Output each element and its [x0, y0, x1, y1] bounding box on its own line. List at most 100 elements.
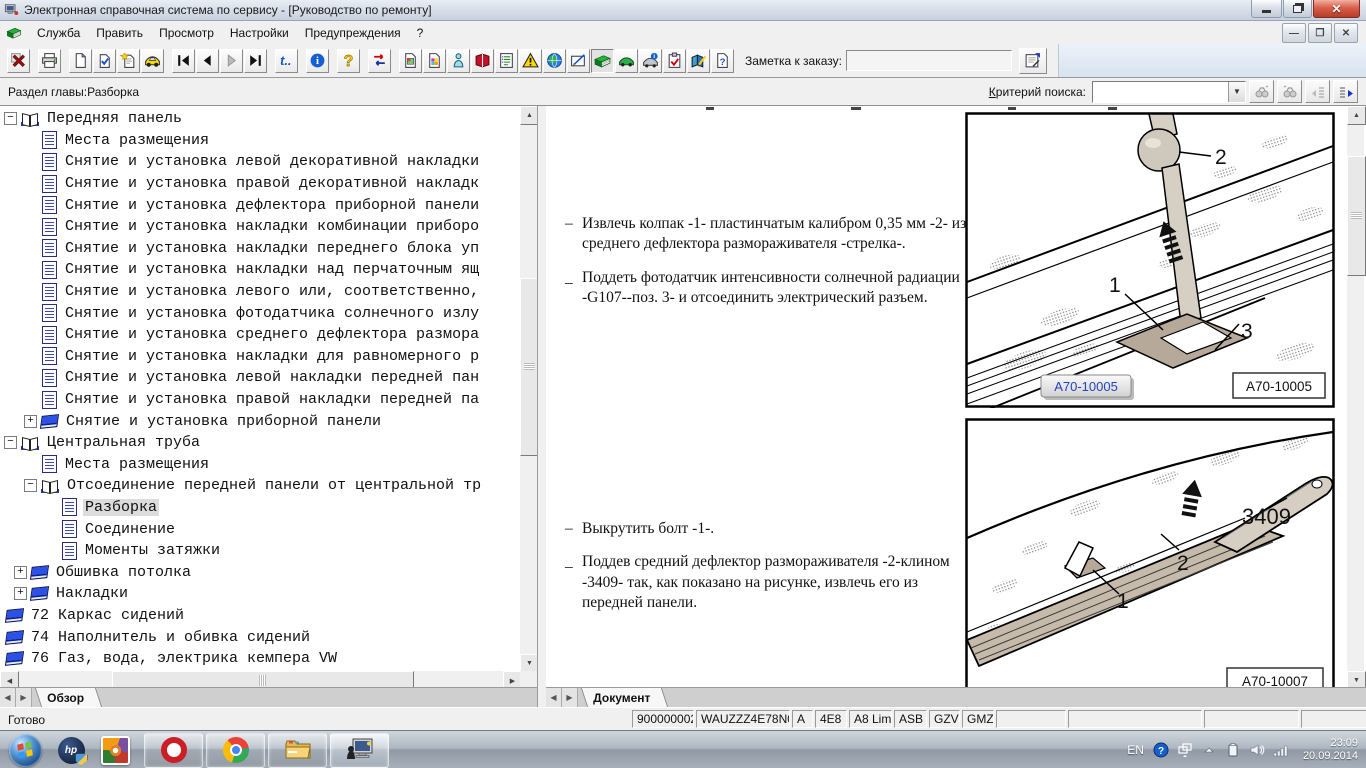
help-tray-icon[interactable]: ?	[1153, 742, 1169, 758]
tab-scroll-right-icon[interactable]: ▶	[16, 688, 32, 707]
scroll-up-button[interactable]: ▲	[1347, 106, 1366, 125]
tree-item[interactable]: Снятие и установка левой накладки передн…	[0, 367, 520, 389]
document-scroll-thumb[interactable]	[1347, 156, 1366, 276]
tree-item[interactable]: Места размещения	[0, 454, 520, 476]
tree-expander-icon[interactable]	[24, 415, 37, 428]
restore-button[interactable]	[1283, 0, 1312, 18]
tree-horizontal-scrollbar[interactable]: ◀ ▶	[0, 671, 520, 688]
exit-button[interactable]	[7, 49, 30, 73]
opera-taskbar-button[interactable]	[144, 733, 203, 768]
tree-item[interactable]: Снятие и установка дефлектора приборной …	[0, 194, 520, 216]
battery-icon[interactable]	[1225, 742, 1241, 758]
list-document-button[interactable]	[495, 49, 518, 73]
green-car-button[interactable]	[615, 49, 638, 73]
search-criteria-combo[interactable]: ▼	[1092, 81, 1246, 103]
close-button[interactable]: ✕	[1313, 0, 1360, 18]
doc-restore-button[interactable]: ❐	[1308, 23, 1332, 43]
tree-item[interactable]: Снятие и установка приборной панели	[0, 410, 520, 432]
doc-minimize-button[interactable]: —	[1282, 23, 1306, 43]
nav-last-button[interactable]	[244, 49, 267, 73]
hidden-icons-chevron[interactable]	[1201, 742, 1217, 758]
edit-note-button[interactable]	[1019, 48, 1047, 74]
puzzle-document-button[interactable]	[423, 49, 446, 73]
new-note-button[interactable]	[117, 49, 140, 73]
figure-button[interactable]	[447, 49, 470, 73]
menu-item[interactable]: Настройки	[222, 23, 297, 43]
book-edit-button[interactable]	[687, 49, 710, 73]
tree-item[interactable]: Снятие и установка накладки над перчаточ…	[0, 259, 520, 281]
tree-item[interactable]: Отсоединение передней панели от централь…	[0, 475, 520, 497]
tree-item[interactable]: 72 Каркас сидений	[0, 605, 520, 627]
doc-close-button[interactable]: ✕	[1334, 23, 1358, 43]
tab-scroll-left-icon[interactable]: ◀	[546, 688, 562, 707]
tree-item[interactable]: 74 Наполнитель и обивка сидений	[0, 626, 520, 648]
tab-overview[interactable]: Обзор	[35, 688, 102, 707]
tree-expander-icon[interactable]	[14, 587, 27, 600]
print-button[interactable]	[38, 49, 61, 73]
picasa-button[interactable]	[100, 735, 130, 765]
tree-item[interactable]: Места размещения	[0, 130, 520, 152]
network-signal-icon[interactable]	[1273, 742, 1289, 758]
tree-item[interactable]: Разборка	[0, 497, 520, 519]
menu-item[interactable]: ?	[409, 23, 432, 43]
tree-item[interactable]: Снятие и установка накладки для равномер…	[0, 346, 520, 368]
swap-button[interactable]	[368, 49, 391, 73]
list-next-button[interactable]	[1333, 80, 1358, 103]
figure-tag-button[interactable]: A70-10005	[1041, 375, 1134, 400]
volume-icon[interactable]	[1249, 742, 1265, 758]
tree-item[interactable]: Снятие и установка правой накладки перед…	[0, 389, 520, 411]
vehicle-button[interactable]	[141, 49, 164, 73]
tree-item[interactable]: Соединение	[0, 518, 520, 540]
nav-next-button[interactable]	[220, 49, 243, 73]
tree-item[interactable]: Снятие и установка фотодатчика солнечног…	[0, 302, 520, 324]
tree-item[interactable]: Снятие и установка среднего дефлектора р…	[0, 324, 520, 346]
elsawin-taskbar-button[interactable]	[330, 733, 389, 768]
help-button[interactable]: ?	[337, 49, 360, 73]
tree-expander-icon[interactable]	[14, 566, 27, 579]
red-book-button[interactable]	[471, 49, 494, 73]
box-edit-button[interactable]	[567, 49, 590, 73]
image-document-button[interactable]	[399, 49, 422, 73]
warning-button[interactable]	[519, 49, 542, 73]
jump-back-button[interactable]: t..	[275, 49, 298, 73]
hp-support-button[interactable]: hp	[56, 735, 86, 765]
menu-item[interactable]: Править	[88, 23, 151, 43]
chrome-taskbar-button[interactable]	[206, 733, 265, 768]
explorer-taskbar-button[interactable]	[268, 733, 327, 768]
tree-expander-icon[interactable]	[4, 436, 17, 449]
tree-item[interactable]: Накладки	[0, 583, 520, 605]
order-note-input[interactable]	[846, 50, 1012, 71]
minimize-button[interactable]	[1251, 0, 1282, 18]
document-help-button[interactable]: ?	[711, 49, 734, 73]
tree-item[interactable]: Моменты затяжки	[0, 540, 520, 562]
tree-item[interactable]: Обшивка потолка	[0, 561, 520, 583]
nav-first-button[interactable]	[172, 49, 195, 73]
search-forward-button[interactable]	[1249, 80, 1274, 103]
new-document-button[interactable]	[69, 49, 92, 73]
nav-prev-button[interactable]	[196, 49, 219, 73]
menu-item[interactable]: Предупреждения	[297, 23, 409, 43]
tree-expander-icon[interactable]	[4, 112, 17, 125]
tree-item[interactable]: Снятие и установка правой декоративной н…	[0, 173, 520, 195]
menu-item[interactable]: Просмотр	[151, 23, 222, 43]
list-prev-button[interactable]	[1305, 80, 1330, 103]
document-vertical-scrollbar[interactable]: ▲ ▼	[1347, 106, 1364, 688]
tree-vertical-scrollbar[interactable]: ▲ ▼	[520, 106, 537, 671]
tree-item[interactable]: Центральная труба	[0, 432, 520, 454]
globe-button[interactable]	[543, 49, 566, 73]
tree-item[interactable]: Снятие и установка накладки комбинации п…	[0, 216, 520, 238]
display-switch-icon[interactable]	[1177, 742, 1193, 758]
checklist-button[interactable]	[663, 49, 686, 73]
language-indicator[interactable]: EN	[1127, 743, 1144, 757]
clock[interactable]: 23:09 20.09.2014	[1303, 737, 1358, 763]
document-check-button[interactable]	[93, 49, 116, 73]
tree-item[interactable]: Передняя панель	[0, 108, 520, 130]
combo-dropdown-button[interactable]: ▼	[1228, 82, 1245, 102]
tree-item[interactable]: 76 Газ, вода, электрика кемпера VW	[0, 648, 520, 670]
tab-document[interactable]: Документ	[581, 688, 668, 707]
tab-scroll-right-icon[interactable]: ▶	[562, 688, 578, 707]
car-info-button[interactable]: i	[639, 49, 662, 73]
tree-item[interactable]: Снятие и установка левого или, соответст…	[0, 281, 520, 303]
menu-item[interactable]: Служба	[29, 23, 88, 43]
info-button[interactable]: i	[306, 49, 329, 73]
